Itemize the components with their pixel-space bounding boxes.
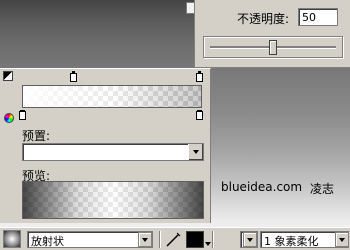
- opacity-stop-left[interactable]: [70, 71, 77, 82]
- pencil-icon[interactable]: [164, 231, 182, 248]
- preset-label: 预置:: [22, 129, 51, 143]
- opacity-popup: 不透明度:: [194, 0, 350, 68]
- gradient-editor-panel: 预置: 预览:: [0, 68, 211, 223]
- opacity-slider[interactable]: [203, 36, 343, 58]
- fill-type-value: 放射状: [31, 235, 64, 248]
- gradient-fill: [23, 86, 201, 107]
- chevron-down-icon[interactable]: [188, 144, 203, 160]
- fill-type-dropdown[interactable]: [138, 232, 152, 247]
- slider-thumb[interactable]: [269, 40, 277, 55]
- color-wheel-icon[interactable]: [4, 113, 14, 123]
- opacity-input[interactable]: [298, 8, 338, 26]
- fill-toolbar: 放射状 1 1 象素柔化: [0, 227, 350, 250]
- color-stop-right[interactable]: [196, 110, 203, 120]
- color-stop-left[interactable]: [19, 110, 26, 120]
- fill-color-well[interactable]: [186, 231, 204, 248]
- preset-select[interactable]: [22, 143, 204, 161]
- edge-type-value: 1 象素柔化: [264, 235, 319, 248]
- edge-type-dropdown[interactable]: [335, 232, 349, 247]
- edge-value-dropdown[interactable]: [243, 232, 257, 247]
- toolbar-separator: [212, 231, 214, 248]
- swap-colors-icon[interactable]: [3, 71, 13, 81]
- preview-fill: [23, 182, 203, 218]
- gradient-preview: [22, 181, 204, 219]
- color-well-arrow: [205, 242, 211, 246]
- gradient-bar[interactable]: [22, 85, 202, 108]
- toolbar-separator: [159, 231, 161, 248]
- opacity-label: 不透明度:: [237, 12, 290, 26]
- watermark-site: blueidea.com: [221, 180, 303, 194]
- gradient-swatch[interactable]: [3, 230, 21, 248]
- fill-type-select[interactable]: 放射状: [27, 231, 153, 248]
- watermark-author: 凌志: [310, 182, 335, 196]
- opacity-stop-right[interactable]: [196, 71, 203, 82]
